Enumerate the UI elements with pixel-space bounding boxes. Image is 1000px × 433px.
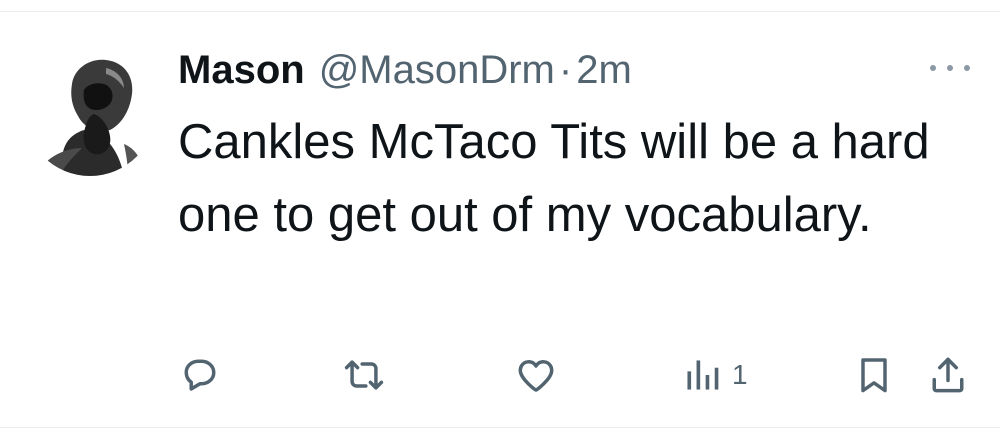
- heart-icon: [518, 360, 554, 392]
- views-chart-icon: [687, 360, 719, 390]
- views-button[interactable]: 1: [682, 350, 748, 400]
- author-handle[interactable]: @MasonDrm: [319, 48, 555, 93]
- avatar-image: [24, 44, 156, 176]
- action-bar: 1: [0, 350, 1000, 400]
- more-options-button[interactable]: [930, 58, 970, 78]
- bottom-divider: [0, 427, 1000, 428]
- author-display-name[interactable]: Mason: [178, 48, 305, 93]
- reply-icon: [184, 359, 216, 391]
- bookmark-icon: [861, 358, 887, 393]
- retweet-icon: [344, 360, 384, 390]
- avatar[interactable]: [24, 44, 156, 176]
- reply-button[interactable]: [178, 350, 222, 400]
- tweet-header: Mason @MasonDrm · 2m: [178, 42, 632, 98]
- tweet-timestamp[interactable]: 2m: [576, 48, 632, 93]
- share-button[interactable]: [926, 350, 970, 400]
- more-dot: [947, 65, 953, 71]
- top-divider: [0, 11, 1000, 12]
- share-icon: [932, 357, 964, 393]
- more-dot: [930, 65, 936, 71]
- more-dot: [964, 65, 970, 71]
- bookmark-button[interactable]: [852, 350, 896, 400]
- tweet-text: Cankles McTaco Tits will be a hard one t…: [178, 115, 930, 242]
- header-separator: ·: [558, 47, 573, 92]
- like-button[interactable]: [514, 350, 558, 400]
- retweet-button[interactable]: [342, 350, 386, 400]
- views-count: 1: [732, 359, 748, 390]
